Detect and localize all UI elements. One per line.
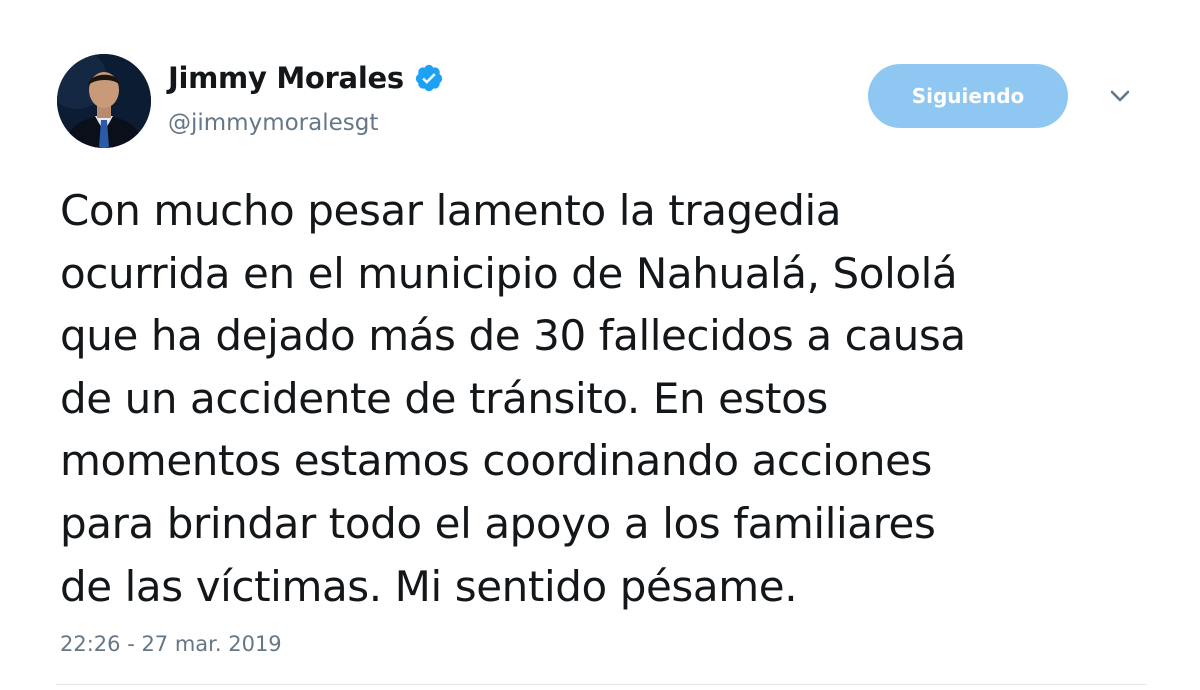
tweet-card: Jimmy Morales @jimmymoralesgt Siguiendo … <box>0 0 1200 690</box>
avatar[interactable] <box>57 54 151 148</box>
divider <box>56 684 1146 685</box>
chevron-down-icon[interactable] <box>1106 86 1134 106</box>
author-name-row[interactable]: Jimmy Morales <box>168 58 444 98</box>
tweet-timestamp[interactable]: 22:26 - 27 mar. 2019 <box>60 632 282 656</box>
author-handle[interactable]: @jimmymoralesgt <box>168 110 378 136</box>
verified-badge-icon <box>414 63 444 93</box>
avatar-image <box>57 54 151 148</box>
following-button[interactable]: Siguiendo <box>868 64 1068 128</box>
author-display-name[interactable]: Jimmy Morales <box>168 61 404 95</box>
tweet-text: Con mucho pesar lamento la tragedia ocur… <box>60 186 966 611</box>
